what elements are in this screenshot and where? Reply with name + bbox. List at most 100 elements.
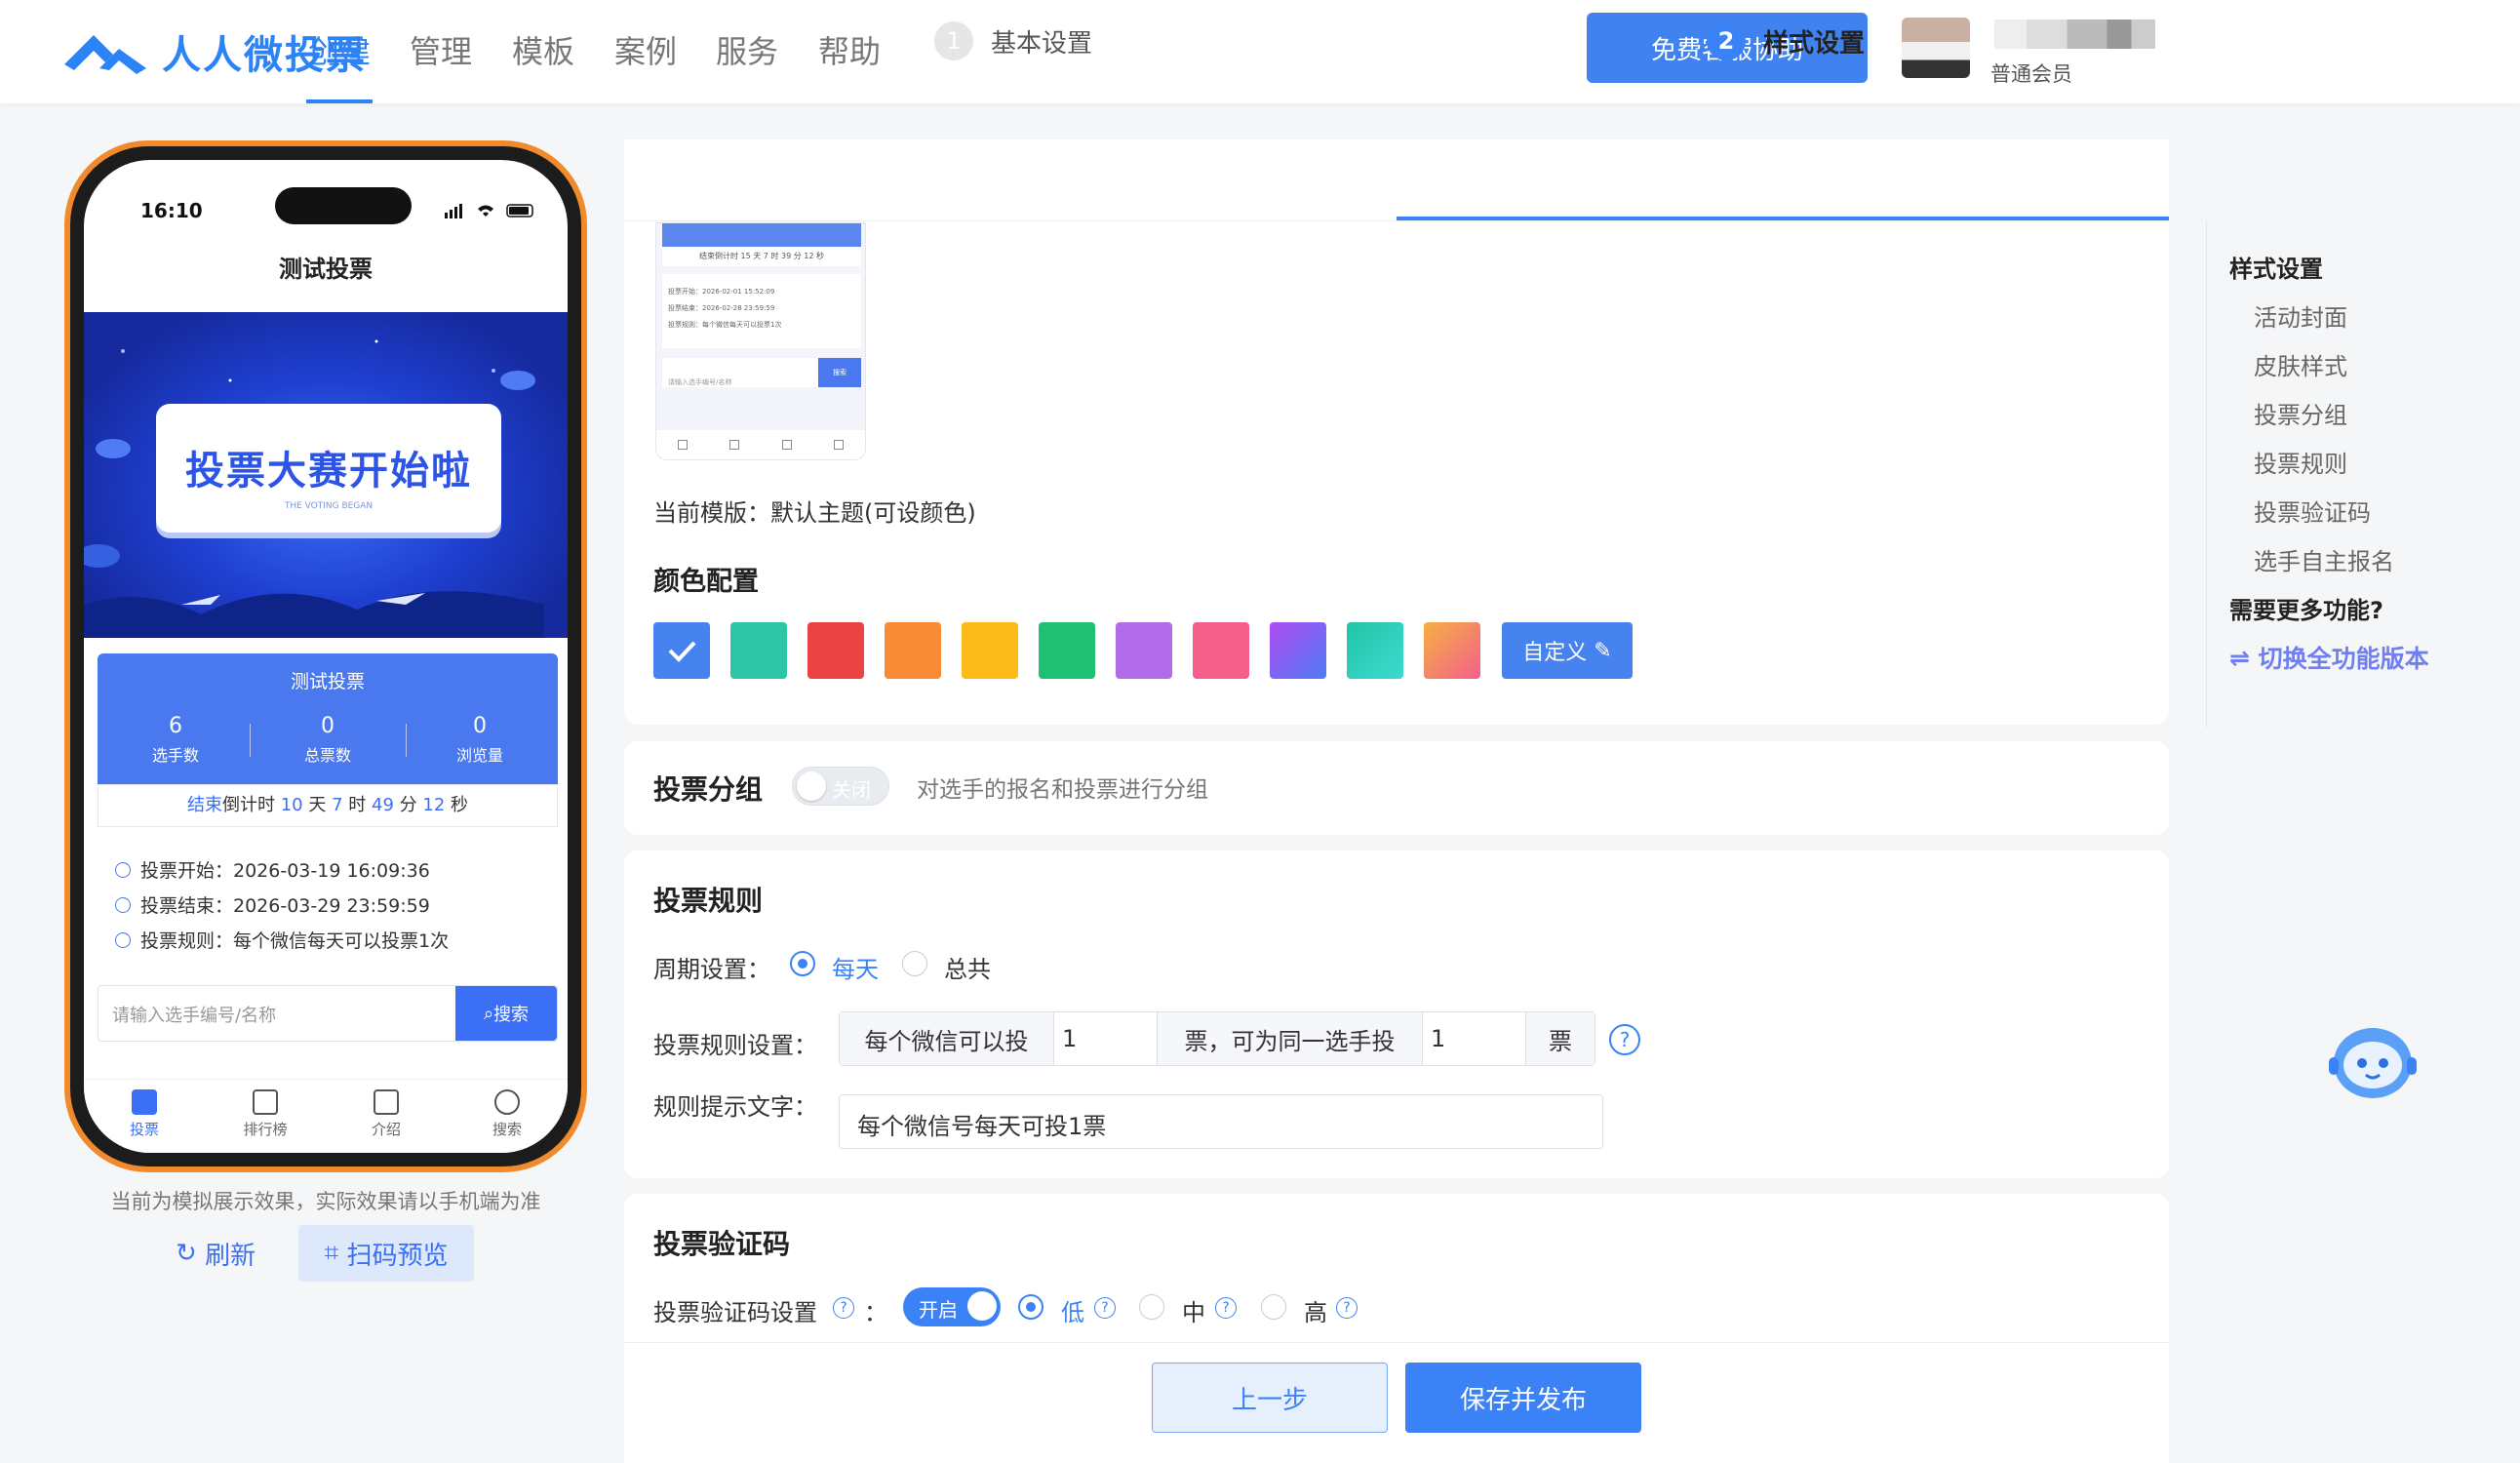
color-swatch[interactable]	[962, 622, 1018, 679]
sidebar-divider	[2206, 220, 2207, 728]
sidebar-item-rules[interactable]: 投票规则	[2254, 445, 2347, 479]
scan-preview-button[interactable]: ⌗ 扫码预览	[298, 1225, 474, 1282]
support-bot-icon[interactable]	[2323, 1014, 2422, 1106]
captcha-mid-label[interactable]: 中	[1182, 1293, 1205, 1327]
captcha-label: 投票验证码设置	[653, 1299, 817, 1326]
footer-bar	[624, 1342, 2169, 1463]
tab-vote[interactable]: 投票	[84, 1080, 205, 1153]
stat-contestants: 6 选手数	[151, 714, 199, 765]
rule-same-votes-input[interactable]: 1	[1423, 1012, 1526, 1065]
sidebar-title[interactable]: 样式设置	[2229, 250, 2323, 284]
swap-icon: ⇌	[2229, 643, 2250, 672]
check-icon	[668, 641, 696, 662]
vote-icon	[132, 1089, 157, 1115]
captcha-mid-radio[interactable]	[1139, 1294, 1164, 1320]
custom-color-button[interactable]: 自定义 ✎	[1502, 622, 1633, 679]
phone-screen: 16:10 测试投票 投票大赛开始啦 THE VOTING BEGAN 测试投票…	[84, 160, 568, 1153]
sidebar-item-captcha[interactable]: 投票验证码	[2254, 494, 2371, 528]
switch-version-link[interactable]: ⇌ 切换全功能版本	[2229, 640, 2429, 675]
captcha-high-radio[interactable]	[1261, 1294, 1286, 1320]
color-swatch[interactable]	[1193, 622, 1249, 679]
color-swatch[interactable]	[1039, 622, 1095, 679]
previous-step-button[interactable]: 上一步	[1152, 1363, 1388, 1433]
rules-title: 投票规则	[653, 885, 764, 917]
hint-textarea[interactable]: 每个微信号每天可投1票	[839, 1094, 1603, 1149]
rule-input-group: 每个微信可以投 1 票，可为同一选手投 1 票	[839, 1011, 1595, 1066]
info-icon	[115, 931, 131, 948]
clock-icon	[115, 896, 131, 913]
phone-tabbar: 投票 排行榜 介绍 搜索	[84, 1079, 568, 1153]
banner-subtitle: THE VOTING BEGAN	[284, 501, 374, 511]
step-style-settings[interactable]: 2 样式设置	[1707, 21, 1865, 60]
logo-mark-icon	[64, 35, 146, 74]
captcha-toggle[interactable]: 开启	[903, 1287, 1001, 1326]
rule-prefix: 每个微信可以投	[840, 1012, 1054, 1065]
phone-time: 16:10	[140, 199, 203, 222]
ranking-icon	[253, 1089, 278, 1115]
sidebar-more: 需要更多功能?	[2229, 597, 2383, 624]
captcha-high-label[interactable]: 高	[1304, 1293, 1327, 1327]
period-daily-radio[interactable]	[790, 951, 815, 976]
vote-info-box: 投票开始：2026-03-19 16:09:36 投票结束：2026-03-29…	[98, 839, 558, 968]
nav-cases[interactable]: 案例	[614, 27, 677, 103]
period-total-radio[interactable]	[902, 951, 927, 976]
help-icon[interactable]: ?	[833, 1297, 854, 1319]
sidebar-item-cover[interactable]: 活动封面	[2254, 298, 2347, 333]
color-swatch[interactable]	[1424, 622, 1480, 679]
stats-box: 测试投票 6 选手数 0 总票数 0 浏览量	[98, 653, 558, 784]
sidebar-item-grouping[interactable]: 投票分组	[2254, 396, 2347, 430]
color-swatch[interactable]	[1347, 622, 1403, 679]
color-swatch[interactable]	[730, 622, 787, 679]
period-label: 周期设置：	[653, 956, 770, 983]
rule-mid: 票，可为同一选手投	[1158, 1012, 1423, 1065]
color-swatch[interactable]	[885, 622, 941, 679]
refresh-icon: ↻	[176, 1239, 197, 1268]
captcha-low-radio[interactable]	[1018, 1294, 1043, 1320]
period-daily-label[interactable]: 每天	[832, 950, 879, 984]
phone-search[interactable]: 请输入选手编号/名称 ⌕ 搜索	[98, 985, 558, 1042]
avatar[interactable]	[1902, 18, 1970, 78]
scan-icon: ⌗	[324, 1238, 339, 1268]
captcha-card	[624, 1194, 2169, 1350]
nav-help[interactable]: 帮助	[818, 27, 881, 103]
refresh-button[interactable]: ↻ 刷新	[176, 1231, 256, 1276]
nav-services[interactable]: 服务	[716, 27, 778, 103]
intro-icon	[374, 1089, 399, 1115]
stat-total-votes: 0 总票数	[303, 714, 351, 765]
captcha-low-label[interactable]: 低	[1061, 1293, 1084, 1327]
banner-title: 投票大赛开始啦	[185, 449, 472, 494]
color-swatch[interactable]	[1116, 622, 1172, 679]
nav-manage[interactable]: 管理	[410, 27, 472, 103]
period-total-label[interactable]: 总共	[944, 950, 991, 984]
phone-frame: 16:10 测试投票 投票大赛开始啦 THE VOTING BEGAN 测试投票…	[64, 140, 587, 1172]
stat-views: 0 浏览量	[455, 714, 503, 765]
rule-votes-input[interactable]: 1	[1054, 1012, 1158, 1065]
member-level: 普通会员	[1990, 62, 2072, 86]
color-swatch[interactable]	[653, 622, 710, 679]
simulation-note: 当前为模拟展示效果，实际效果请以手机端为准	[110, 1190, 541, 1213]
color-swatch[interactable]	[1270, 622, 1326, 679]
nav-templates[interactable]: 模板	[512, 27, 574, 103]
grouping-toggle[interactable]: 关闭	[792, 767, 889, 806]
info-end: 投票结束：2026-03-29 23:59:59	[115, 891, 430, 918]
tab-search[interactable]: 搜索	[447, 1080, 568, 1153]
template-thumbnail[interactable]: 结束倒计时 15 天 7 时 39 分 12 秒 投票开始：2026-02-01…	[655, 222, 866, 460]
help-icon[interactable]: ?	[1215, 1297, 1237, 1319]
nav-create[interactable]: 创建	[305, 27, 374, 103]
captcha-colon: ：	[864, 1299, 887, 1326]
tab-intro[interactable]: 介绍	[326, 1080, 447, 1153]
sidebar-item-skin[interactable]: 皮肤样式	[2254, 347, 2347, 381]
clock-icon	[115, 861, 131, 878]
grouping-desc: 对选手的报名和投票进行分组	[917, 777, 1208, 803]
tab-ranking[interactable]: 排行榜	[205, 1080, 326, 1153]
save-publish-button[interactable]: 保存并发布	[1405, 1363, 1641, 1433]
color-swatch[interactable]	[807, 622, 864, 679]
phone-search-button[interactable]: ⌕ 搜索	[455, 986, 557, 1041]
sidebar-item-self-signup[interactable]: 选手自主报名	[2254, 542, 2394, 576]
step-basic-settings[interactable]: 1 基本设置	[934, 21, 1092, 60]
help-icon[interactable]: ?	[1094, 1297, 1116, 1319]
search-icon	[494, 1089, 520, 1115]
phone-search-input[interactable]: 请输入选手编号/名称	[112, 1002, 276, 1027]
help-icon[interactable]: ?	[1609, 1024, 1640, 1055]
help-icon[interactable]: ?	[1336, 1297, 1358, 1319]
